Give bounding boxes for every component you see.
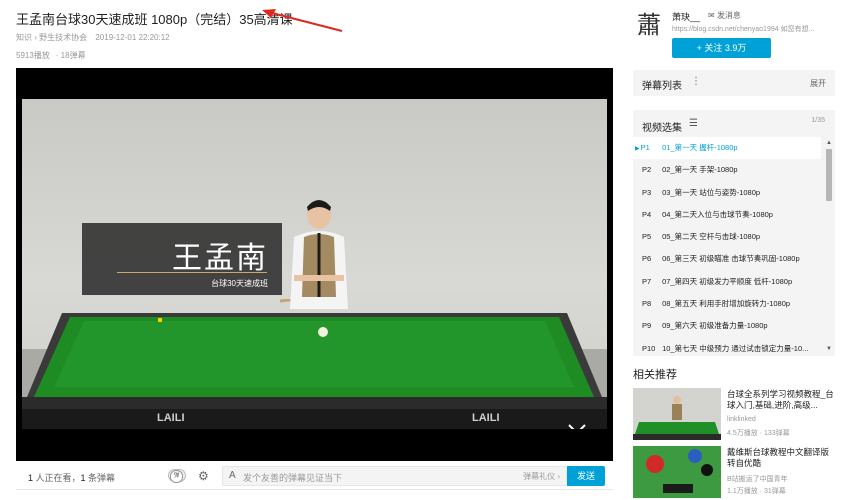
scrollbar-thumb[interactable] xyxy=(826,149,832,201)
danmaku-input[interactable]: A 发个友善的弹幕见证当下 弹幕礼仪 › xyxy=(222,466,567,486)
list-icon[interactable]: ☰ xyxy=(689,118,698,129)
related-thumbnail[interactable] xyxy=(633,446,721,498)
list-item[interactable]: P8 08_第五天 利用手肘增加旋转力-1080p xyxy=(633,293,821,315)
video-player[interactable]: LAILI LAILI 王孟南 台球30天速成班 xyxy=(16,68,613,461)
danmaku-send-bar: 1 人正在看，1 条弹幕 ⚙ A 发个友善的弹幕见证当下 弹幕礼仪 › 发送 xyxy=(16,462,613,490)
list-item[interactable]: P7 07_第四天 初级发力平顺度 低杆-1080p xyxy=(633,271,821,293)
tv-icon xyxy=(568,424,586,429)
list-item[interactable]: P1 01_第一天 握杆-1080p xyxy=(633,137,821,160)
video-stats: 5913播放 · 18弹幕 xyxy=(16,50,92,61)
video-title: 王孟南台球30天速成班 1080p（完结）35高清课 xyxy=(16,12,293,27)
more-icon[interactable]: ⋮ xyxy=(691,76,701,87)
caption-divider xyxy=(117,272,267,273)
related-uploader[interactable]: linklinked xyxy=(727,416,756,423)
red-arrow-annotation xyxy=(262,9,343,32)
danmaku-list-title: 弹幕列表 xyxy=(642,81,682,92)
course-subtitle: 台球30天速成班 xyxy=(211,279,268,288)
scroll-down-icon[interactable]: ▼ xyxy=(826,346,832,352)
related-video[interactable]: 台球全系列学习视频教程_台球入门,基础,进阶,高级... linklinked … xyxy=(633,388,843,440)
name-caption-card: 王孟南 台球30天速成班 xyxy=(82,223,282,295)
billiard-table: LAILI LAILI xyxy=(22,299,607,429)
related-stats: 4.5万播放 · 133弹幕 xyxy=(727,430,790,437)
play-count: 5913播放 xyxy=(16,51,50,60)
expand-button[interactable]: 展开 xyxy=(810,78,826,89)
list-item[interactable]: P3 03_第一天 站位与姿势-1080p xyxy=(633,182,821,204)
list-item[interactable]: P10 10_第七天 中级预力 通过试击锁定力量-10... xyxy=(633,338,821,356)
list-item[interactable]: P5 05_第二天 空杆与击球-1080p xyxy=(633,226,821,248)
danmaku-toggle[interactable] xyxy=(168,469,186,483)
list-item[interactable]: P2 02_第一天 手架-1080p xyxy=(633,159,821,181)
related-video[interactable]: 戴维斯台球教程中文翻译版 转自优酷 B站搬运了中国青年 1.1万播放 · 31弹… xyxy=(633,446,843,498)
list-item[interactable]: P4 04_第二天入位与击球节奏-1080p xyxy=(633,204,821,226)
mail-icon: ✉ xyxy=(708,11,717,20)
presenter-name: 王孟南 xyxy=(172,241,268,276)
presenter-figure xyxy=(290,200,348,309)
danmaku-count: · 18弹幕 xyxy=(55,51,86,60)
font-style-icon[interactable]: A xyxy=(229,470,236,481)
send-button[interactable]: 发送 xyxy=(567,466,605,486)
danmaku-placeholder: 发个友善的弹幕见证当下 xyxy=(243,473,343,483)
table-brand-left: LAILI xyxy=(157,412,185,424)
related-stats: 1.1万播放 · 31弹幕 xyxy=(727,488,786,495)
danmaku-etiquette-link[interactable]: 弹幕礼仪 › xyxy=(523,471,560,482)
publish-date: 2019-12-01 22:20:12 xyxy=(95,33,170,42)
related-video-title[interactable]: 台球全系列学习视频教程_台球入门,基础,进阶,高级... xyxy=(727,389,839,411)
avatar[interactable]: 蕭 xyxy=(633,6,665,39)
related-video-title[interactable]: 戴维斯台球教程中文翻译版 转自优酷 xyxy=(727,447,839,469)
list-item[interactable]: P6 06_第三天 初级瞄准 击球节奏巩固-1080p xyxy=(633,248,821,270)
danmaku-list-header[interactable]: 弹幕列表 ⋮ 展开 xyxy=(633,70,835,96)
playlist-scrollbar[interactable]: ▲ ▼ xyxy=(825,140,833,352)
episode-list-title: 视频选集 xyxy=(642,123,682,134)
related-uploader[interactable]: B站搬运了中国青年 xyxy=(727,474,788,484)
category-link[interactable]: 知识 › 野生技术协会 xyxy=(16,33,87,42)
message-link[interactable]: ✉ 发消息 xyxy=(708,10,741,21)
list-item[interactable]: P9 09_第六天 初级准备力量-1080p xyxy=(633,315,821,337)
episode-count: 1/35 xyxy=(811,117,825,124)
video-meta: 知识 › 野生技术协会 2019-12-01 22:20:12 xyxy=(16,32,176,43)
episode-items: P1 01_第一天 握杆-1080p P2 02_第一天 手架-1080p P3… xyxy=(633,137,821,356)
episode-list: 视频选集 ☰ 1/35 P1 01_第一天 握杆-1080p P2 02_第一天… xyxy=(633,110,835,356)
related-thumbnail[interactable] xyxy=(633,388,721,440)
related-title: 相关推荐 xyxy=(633,369,677,381)
viewer-info: 1 人正在看，1 条弹幕 xyxy=(28,473,116,483)
danmaku-settings-icon[interactable]: ⚙ xyxy=(198,469,209,483)
follow-button[interactable]: + 关注 3.9万 xyxy=(672,38,771,58)
table-brand-right: LAILI xyxy=(472,412,500,424)
video-frame[interactable]: LAILI LAILI 王孟南 台球30天速成班 xyxy=(22,99,607,429)
scroll-up-icon[interactable]: ▲ xyxy=(826,140,832,146)
uploader-description: https://blog.csdn.net/chenyao1994 如您有想..… xyxy=(672,26,815,33)
uploader-name[interactable]: 萧玦__ xyxy=(672,10,700,23)
